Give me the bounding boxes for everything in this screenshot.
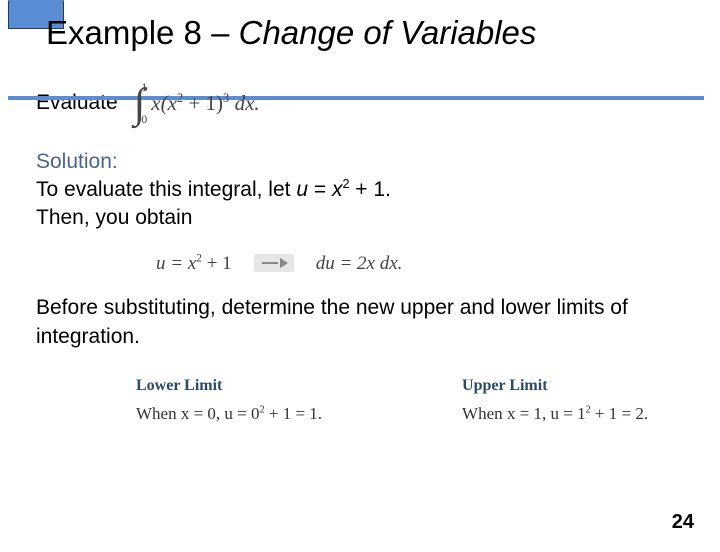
slide-content: Evaluate ∫ 1 0 x(x2 + 1)3 dx. Solution: …: [0, 58, 720, 425]
upper-limit-head: Upper Limit: [462, 375, 648, 397]
integrand: x(x2 + 1)3 dx.: [151, 89, 259, 117]
title-bar: Example 8 – Change of Variables: [0, 12, 720, 58]
title-underline: [8, 96, 704, 100]
solution-heading: Solution:: [36, 148, 684, 176]
solution-line-2: Then, you obtain: [36, 204, 684, 232]
upper-limit-block: Upper Limit When x = 1, u = 12 + 1 = 2.: [462, 375, 648, 426]
lower-limit-block: Lower Limit When x = 0, u = 02 + 1 = 1.: [136, 375, 322, 426]
lower-limit-head: Lower Limit: [136, 375, 322, 397]
evaluate-label: Evaluate: [36, 89, 118, 117]
before-substituting-text: Before substituting, determine the new u…: [36, 294, 684, 351]
lower-limit-body: When x = 0, u = 02 + 1 = 1.: [136, 403, 322, 426]
substitution-row: u = x2 + 1 du = 2x dx.: [156, 251, 684, 277]
integral-expression: ∫ 1 0 x(x2 + 1)3 dx.: [134, 86, 260, 120]
limits-row: Lower Limit When x = 0, u = 02 + 1 = 1. …: [136, 375, 684, 426]
substitution-left: u = x2 + 1: [156, 251, 232, 277]
implies-arrow-icon: [254, 254, 294, 272]
substitution-right: du = 2x dx.: [316, 251, 403, 277]
slide-title: Example 8 – Change of Variables: [0, 12, 720, 54]
page-number: 24: [672, 511, 694, 534]
title-italic: Change of Variables: [239, 14, 537, 51]
integral-upper: 1: [141, 81, 147, 93]
upper-limit-body: When x = 1, u = 12 + 1 = 2.: [462, 403, 648, 426]
integral-lower: 0: [141, 113, 147, 125]
title-prefix: Example 8 –: [46, 14, 239, 51]
evaluate-row: Evaluate ∫ 1 0 x(x2 + 1)3 dx.: [36, 86, 684, 120]
solution-line-1: To evaluate this integral, let u = x2 + …: [36, 176, 684, 204]
